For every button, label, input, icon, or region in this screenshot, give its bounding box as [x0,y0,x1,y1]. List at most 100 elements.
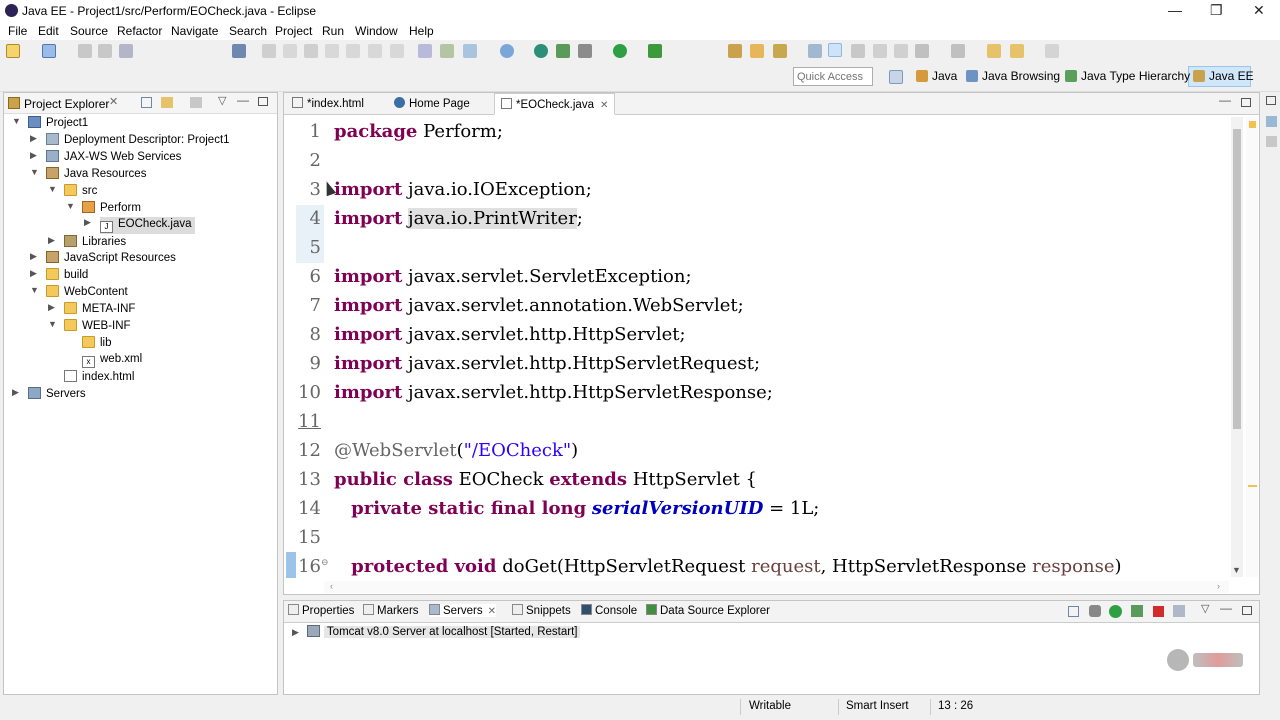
menu-file[interactable]: File [8,24,27,38]
open-task-icon[interactable] [750,44,764,58]
suspend-icon[interactable] [283,44,297,58]
close-icon[interactable]: ✕ [1253,2,1265,19]
terminate-icon[interactable] [304,44,318,58]
collapsed-arrow-icon[interactable]: ▶ [30,133,37,144]
tree-item-eocheck-java[interactable]: ▶ J EOCheck.java [84,217,195,234]
open-perspective-icon[interactable] [889,70,903,84]
globe-icon[interactable] [534,44,548,58]
scroll-down-icon[interactable]: ▼ [1232,565,1241,575]
collapsed-arrow-icon[interactable]: ▶ [48,302,55,313]
collapsed-arrow-icon[interactable]: ▶ [12,387,19,398]
tree-item-web-xml[interactable]: x web.xml [82,353,142,368]
save-icon[interactable] [78,44,92,58]
fold-marker-icon[interactable]: ⊖ [321,558,329,568]
collapsed-arrow-icon[interactable]: ▶ [84,217,91,228]
tree-item-deployment-descriptor[interactable]: ▶ Deployment Descriptor: Project1 [30,133,230,146]
tree-item-src[interactable]: ▼ src [48,184,97,197]
web-service-icon[interactable] [463,44,477,58]
collapsed-arrow-icon[interactable]: ▶ [48,235,55,246]
maximize-view-icon[interactable] [258,97,268,106]
tree-item-libraries[interactable]: ▶ Libraries [48,235,126,248]
occurrence-marker-icon[interactable] [1248,485,1257,487]
debug-icon[interactable] [578,44,592,58]
highlight-icon[interactable] [828,43,842,57]
server-row[interactable]: ▶ Tomcat v8.0 Server at localhost [Starte… [292,625,581,638]
menu-window[interactable]: Window [355,24,398,38]
chevron-down-icon[interactable]: ▽ [218,94,226,107]
expand-arrow-icon[interactable]: ▼ [48,319,57,329]
collapse-icon[interactable] [1068,606,1079,617]
tree-item-lib[interactable]: lib [82,336,112,349]
outline-view-icon[interactable] [1266,116,1277,127]
tab-properties[interactable]: Properties [288,604,354,617]
scrollbar-thumb[interactable] [1233,129,1241,429]
show-whitespace-icon[interactable] [873,44,887,58]
tab-servers[interactable]: Servers ✕ [429,604,497,617]
close-tab-icon[interactable]: ✕ [488,606,496,617]
code-area[interactable]: 1 2 3 4 5 6 7 8 9 10 11 12 13 14 15 16 ⊖… [284,117,1229,580]
menu-refactor[interactable]: Refactor [117,24,162,38]
menu-search[interactable]: Search [229,24,267,38]
tree-item-servers[interactable]: ▶ Servers [12,387,86,400]
close-tab-icon[interactable]: ✕ [600,100,608,111]
start-server-icon[interactable] [1109,605,1122,618]
tab-home-page[interactable]: Home Page [388,93,476,115]
debug-skip-icon[interactable] [262,44,276,58]
servers-icon[interactable] [440,44,454,58]
expand-arrow-icon[interactable]: ▼ [12,116,21,126]
restore-icon[interactable]: ❐ [1210,2,1223,19]
minimize-icon[interactable]: — [1168,2,1182,18]
link-editor-icon[interactable] [161,97,173,108]
perspective-java[interactable]: Java [916,69,957,83]
step-return-icon[interactable] [390,44,404,58]
next-annotation-icon[interactable] [808,44,822,58]
minimize-view-icon[interactable]: — [237,93,249,107]
tree-item-build[interactable]: ▶ build [30,268,88,281]
collapse-all-icon[interactable] [141,97,152,108]
stop-server-icon[interactable] [1153,606,1164,617]
tree-item-project1[interactable]: ▼ Project1 [12,116,88,129]
annotation-nav-icon[interactable] [915,44,929,58]
open-type-icon[interactable] [728,44,742,58]
last-edit-icon[interactable] [987,44,1001,58]
new-server-icon[interactable] [500,44,514,58]
menu-edit[interactable]: Edit [38,24,59,38]
new-folder-icon[interactable] [42,44,56,58]
tree-item-java-resources[interactable]: ▼ Java Resources [30,167,146,180]
menu-run[interactable]: Run [322,24,344,38]
menu-help[interactable]: Help [409,24,434,38]
step-into-icon[interactable] [346,44,360,58]
perspective-java-browsing[interactable]: Java Browsing [966,69,1060,83]
expand-arrow-icon[interactable]: ▼ [30,285,39,295]
perspective-java-ee[interactable]: Java EE [1193,69,1254,83]
forward-icon[interactable] [1045,44,1059,58]
collapsed-arrow-icon[interactable]: ▶ [30,150,37,161]
expand-arrow-icon[interactable]: ▼ [30,167,39,177]
horizontal-scrollbar[interactable]: ‹ › [324,581,1229,593]
restore-icon[interactable] [1266,96,1276,105]
tree-item-meta-inf[interactable]: ▶ META-INF [48,302,135,315]
project-explorer-title[interactable]: Project Explorer [24,97,109,111]
perspective-java-type-hierarchy[interactable]: Java Type Hierarchy [1065,69,1190,83]
external-tools-icon[interactable] [648,44,662,58]
tab-snippets[interactable]: Snippets [512,604,571,617]
tree-item-javascript-resources[interactable]: ▶ JavaScript Resources [30,251,176,264]
expand-arrow-icon[interactable]: ▼ [48,184,57,194]
close-view-icon[interactable]: ✕ [109,95,118,108]
profile-server-icon[interactable] [1131,605,1143,617]
search-web-icon[interactable] [556,44,570,58]
new-icon[interactable] [6,44,20,58]
toggle-mark-icon[interactable] [773,44,787,58]
block-selection-icon[interactable] [851,44,865,58]
menu-navigate[interactable]: Navigate [171,24,218,38]
back-icon[interactable] [1010,44,1024,58]
tab-index-html[interactable]: *index.html [286,93,370,115]
outline-icon[interactable] [418,44,432,58]
view-menu-icon[interactable] [190,97,202,108]
expand-arrow-icon[interactable]: ▼ [66,201,75,211]
disconnect-icon[interactable] [325,44,339,58]
pilcrow-icon[interactable] [894,44,908,58]
tree-item-web-inf[interactable]: ▼ WEB-INF [48,319,131,332]
tree-item-index-html[interactable]: index.html [64,370,134,383]
tree-item-perform[interactable]: ▼ Perform [66,201,141,214]
